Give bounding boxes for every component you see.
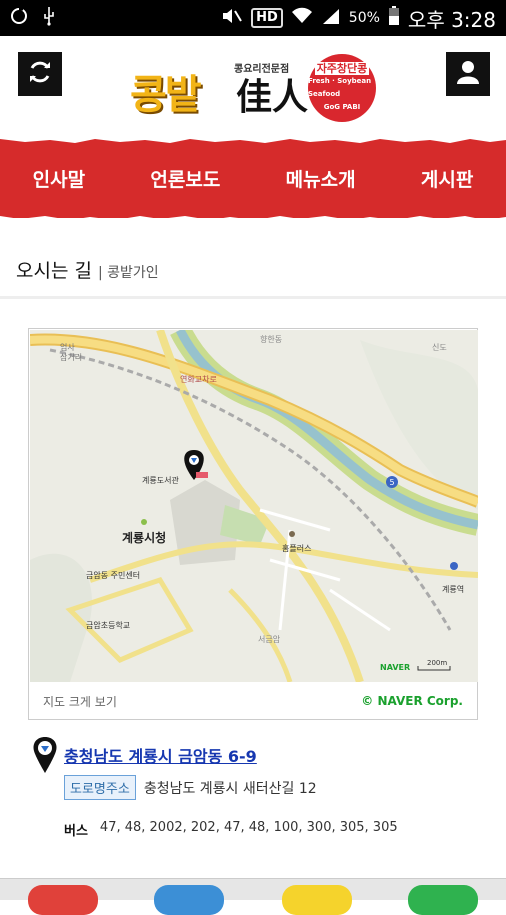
signal-icon bbox=[321, 7, 341, 29]
page-heading: 오시는 길 | 콩밭가인 bbox=[16, 256, 159, 283]
map-label-school: 금암초등학교 bbox=[86, 620, 130, 630]
map-label-center: 금암동 주민센터 bbox=[86, 570, 140, 580]
badge-title: 자주창단콩 bbox=[314, 62, 370, 75]
badge-line-2: Fresh · Soybean Seafood bbox=[308, 77, 372, 98]
wifi-icon bbox=[291, 7, 313, 29]
user-icon bbox=[455, 59, 481, 89]
map-button[interactable] bbox=[154, 885, 224, 915]
kakao-button[interactable] bbox=[282, 885, 352, 915]
map-naver-mark: NAVER bbox=[380, 663, 410, 672]
brand-logo[interactable]: 콩밭 콩요리전문점 佳人 자주창단콩 Fresh · Soybean Seafo… bbox=[130, 54, 380, 124]
call-button[interactable] bbox=[28, 885, 98, 915]
torn-edge-top bbox=[0, 136, 506, 143]
map-label-district: 엄사 bbox=[60, 342, 75, 352]
map-label-area4: 서금암 bbox=[258, 634, 281, 644]
share-button[interactable] bbox=[408, 885, 478, 915]
mute-icon bbox=[221, 7, 243, 29]
nav-menu[interactable]: 메뉴소개 bbox=[278, 165, 364, 192]
nav-greeting[interactable]: 인사말 bbox=[25, 165, 93, 192]
road-address: 도로명주소 충청남도 계룡시 새터산길 12 bbox=[64, 775, 317, 800]
bottom-action-bar bbox=[0, 878, 506, 915]
hd-indicator: HD bbox=[251, 8, 283, 28]
map-card: 5 계룡도서관 계룡시청 금암동 주민센터 금암초등학교 홈플러스 계룡역 엄사… bbox=[28, 328, 478, 720]
battery-percent: 50% bbox=[348, 10, 380, 26]
map-footer: 지도 크게 보기 © NAVER Corp. bbox=[29, 683, 477, 719]
map-graphic: 5 계룡도서관 계룡시청 금암동 주민센터 금암초등학교 홈플러스 계룡역 엄사… bbox=[30, 330, 478, 682]
road-address-text: 충청남도 계룡시 새터산길 12 bbox=[143, 780, 317, 797]
badge-line-3: GoG PABI bbox=[323, 103, 361, 111]
map-view[interactable]: 5 계룡도서관 계룡시청 금암동 주민센터 금암초등학교 홈플러스 계룡역 엄사… bbox=[30, 330, 478, 682]
section-divider bbox=[0, 296, 506, 299]
battery-icon bbox=[388, 6, 400, 30]
logo-main-text: 콩밭 bbox=[130, 71, 202, 118]
sync-icon bbox=[10, 7, 28, 29]
brand-badge: 자주창단콩 Fresh · Soybean Seafood GoG PABI bbox=[308, 54, 376, 122]
bus-routes: 47, 48, 2002, 202, 47, 48, 100, 300, 305… bbox=[99, 820, 398, 835]
map-label-area5: 연화교차로 bbox=[180, 375, 217, 384]
map-scale: 200m bbox=[427, 659, 447, 667]
naver-copyright[interactable]: © NAVER Corp. bbox=[361, 694, 463, 708]
location-pin-icon bbox=[32, 736, 58, 778]
map-label-library: 계룡도서관 bbox=[142, 475, 179, 485]
jibun-address-link[interactable]: 충청남도 계룡시 금암동 6-9 bbox=[64, 743, 257, 767]
road-address-tag: 도로명주소 bbox=[64, 775, 136, 800]
map-label-station: 계룡역 bbox=[442, 584, 464, 594]
page-title: 오시는 길 bbox=[16, 260, 92, 282]
refresh-button[interactable] bbox=[18, 52, 62, 96]
nav-press[interactable]: 언론보도 bbox=[142, 165, 228, 192]
map-route-number: 5 bbox=[389, 478, 394, 487]
nav-board[interactable]: 게시판 bbox=[413, 165, 481, 192]
page-subtitle: | 콩밭가인 bbox=[97, 265, 159, 281]
view-larger-map-link[interactable]: 지도 크게 보기 bbox=[43, 693, 117, 710]
map-label-area2: 향한동 bbox=[260, 335, 282, 344]
bus-label: 버스 bbox=[64, 824, 88, 839]
refresh-icon bbox=[27, 59, 53, 89]
map-label-homeplus: 홈플러스 bbox=[282, 543, 311, 553]
status-bar: HD 50% 오후 3:28 bbox=[0, 0, 506, 36]
logo-hanja: 佳人 bbox=[236, 76, 309, 118]
map-label-area3: 신도 bbox=[432, 343, 447, 352]
usb-icon bbox=[42, 6, 56, 30]
clock: 오후 3:28 bbox=[407, 7, 496, 32]
main-nav: 인사말 언론보도 메뉴소개 게시판 bbox=[0, 136, 506, 222]
user-button[interactable] bbox=[446, 52, 490, 96]
app-header: 콩밭 콩요리전문점 佳人 자주창단콩 Fresh · Soybean Seafo… bbox=[0, 36, 506, 138]
torn-edge-bottom bbox=[0, 216, 506, 222]
map-label-cityhall: 계룡시청 bbox=[122, 530, 166, 545]
bus-info: 버스 47, 48, 2002, 202, 47, 48, 100, 300, … bbox=[64, 820, 398, 839]
map-label-junction: 삼거리 bbox=[60, 352, 82, 362]
